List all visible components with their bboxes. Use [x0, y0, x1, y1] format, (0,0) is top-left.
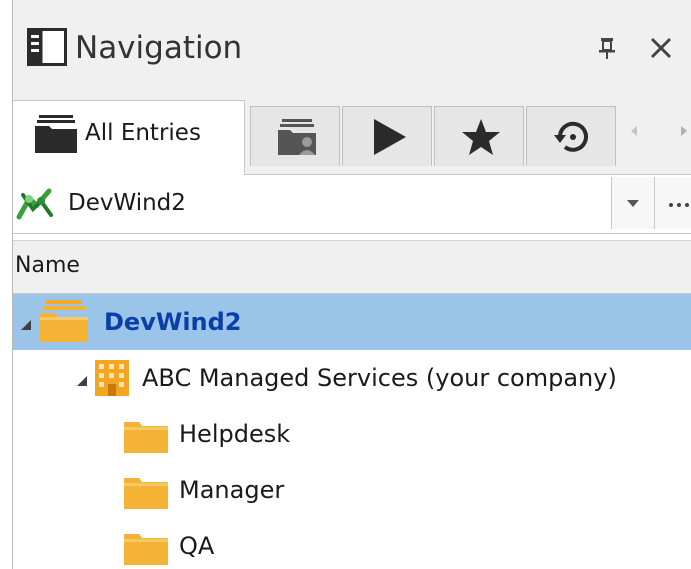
- tree-item-label: QA: [179, 532, 215, 560]
- tree-row[interactable]: QA: [13, 518, 691, 569]
- folder-icon: [124, 534, 168, 565]
- column-name[interactable]: Name: [15, 253, 80, 278]
- tab-user-folders[interactable]: [250, 106, 340, 166]
- tree-item-label: DevWind2: [104, 308, 242, 336]
- tree-item-label: Helpdesk: [179, 420, 291, 448]
- datasource-icon: [16, 188, 53, 220]
- play-icon: [374, 119, 406, 155]
- folder-stack-icon: [35, 115, 77, 153]
- datasource-dropdown-button[interactable]: [611, 177, 654, 229]
- datasource-value: DevWind2: [68, 190, 186, 216]
- user-folder-icon: [278, 119, 316, 155]
- tab-all-entries[interactable]: All Entries: [13, 100, 245, 175]
- datasource-more-button[interactable]: [654, 177, 691, 229]
- tree-row[interactable]: Helpdesk: [13, 406, 691, 462]
- tree-item-label: Manager: [179, 476, 285, 504]
- panel-title: Navigation: [75, 30, 243, 66]
- panel-header: Navigation: [13, 0, 691, 100]
- expanded-triangle-icon[interactable]: [19, 318, 33, 332]
- tree-item-label: ABC Managed Services (your company): [142, 364, 617, 392]
- tab-play[interactable]: [342, 106, 432, 166]
- column-header[interactable]: Name: [13, 240, 691, 294]
- folder-stack-icon: [40, 300, 88, 342]
- scroll-right-icon[interactable]: [675, 120, 691, 142]
- tab-history[interactable]: [526, 106, 616, 166]
- tab-favorites[interactable]: [434, 106, 524, 166]
- ellipsis-icon: [669, 203, 689, 207]
- tab-label: All Entries: [85, 120, 201, 146]
- tree-row[interactable]: DevWind2: [13, 294, 691, 350]
- building-icon: [95, 360, 129, 396]
- scroll-left-icon[interactable]: [625, 120, 643, 142]
- star-icon: [462, 119, 500, 155]
- close-icon[interactable]: [647, 34, 675, 62]
- navigation-panel: Navigation All Entries DevWind2 Name Dev…: [12, 0, 691, 569]
- tree-row[interactable]: Manager: [13, 462, 691, 518]
- datasource-selector[interactable]: DevWind2: [13, 175, 691, 234]
- folder-icon: [124, 478, 168, 509]
- chevron-down-icon: [627, 200, 639, 207]
- expanded-triangle-icon[interactable]: [75, 374, 89, 388]
- tab-strip: All Entries: [13, 100, 691, 175]
- sidebar-panel-icon: [27, 28, 67, 66]
- folder-icon: [124, 422, 168, 453]
- pin-icon[interactable]: [597, 36, 617, 60]
- history-icon: [554, 121, 588, 152]
- tree-row[interactable]: ABC Managed Services (your company): [13, 350, 691, 406]
